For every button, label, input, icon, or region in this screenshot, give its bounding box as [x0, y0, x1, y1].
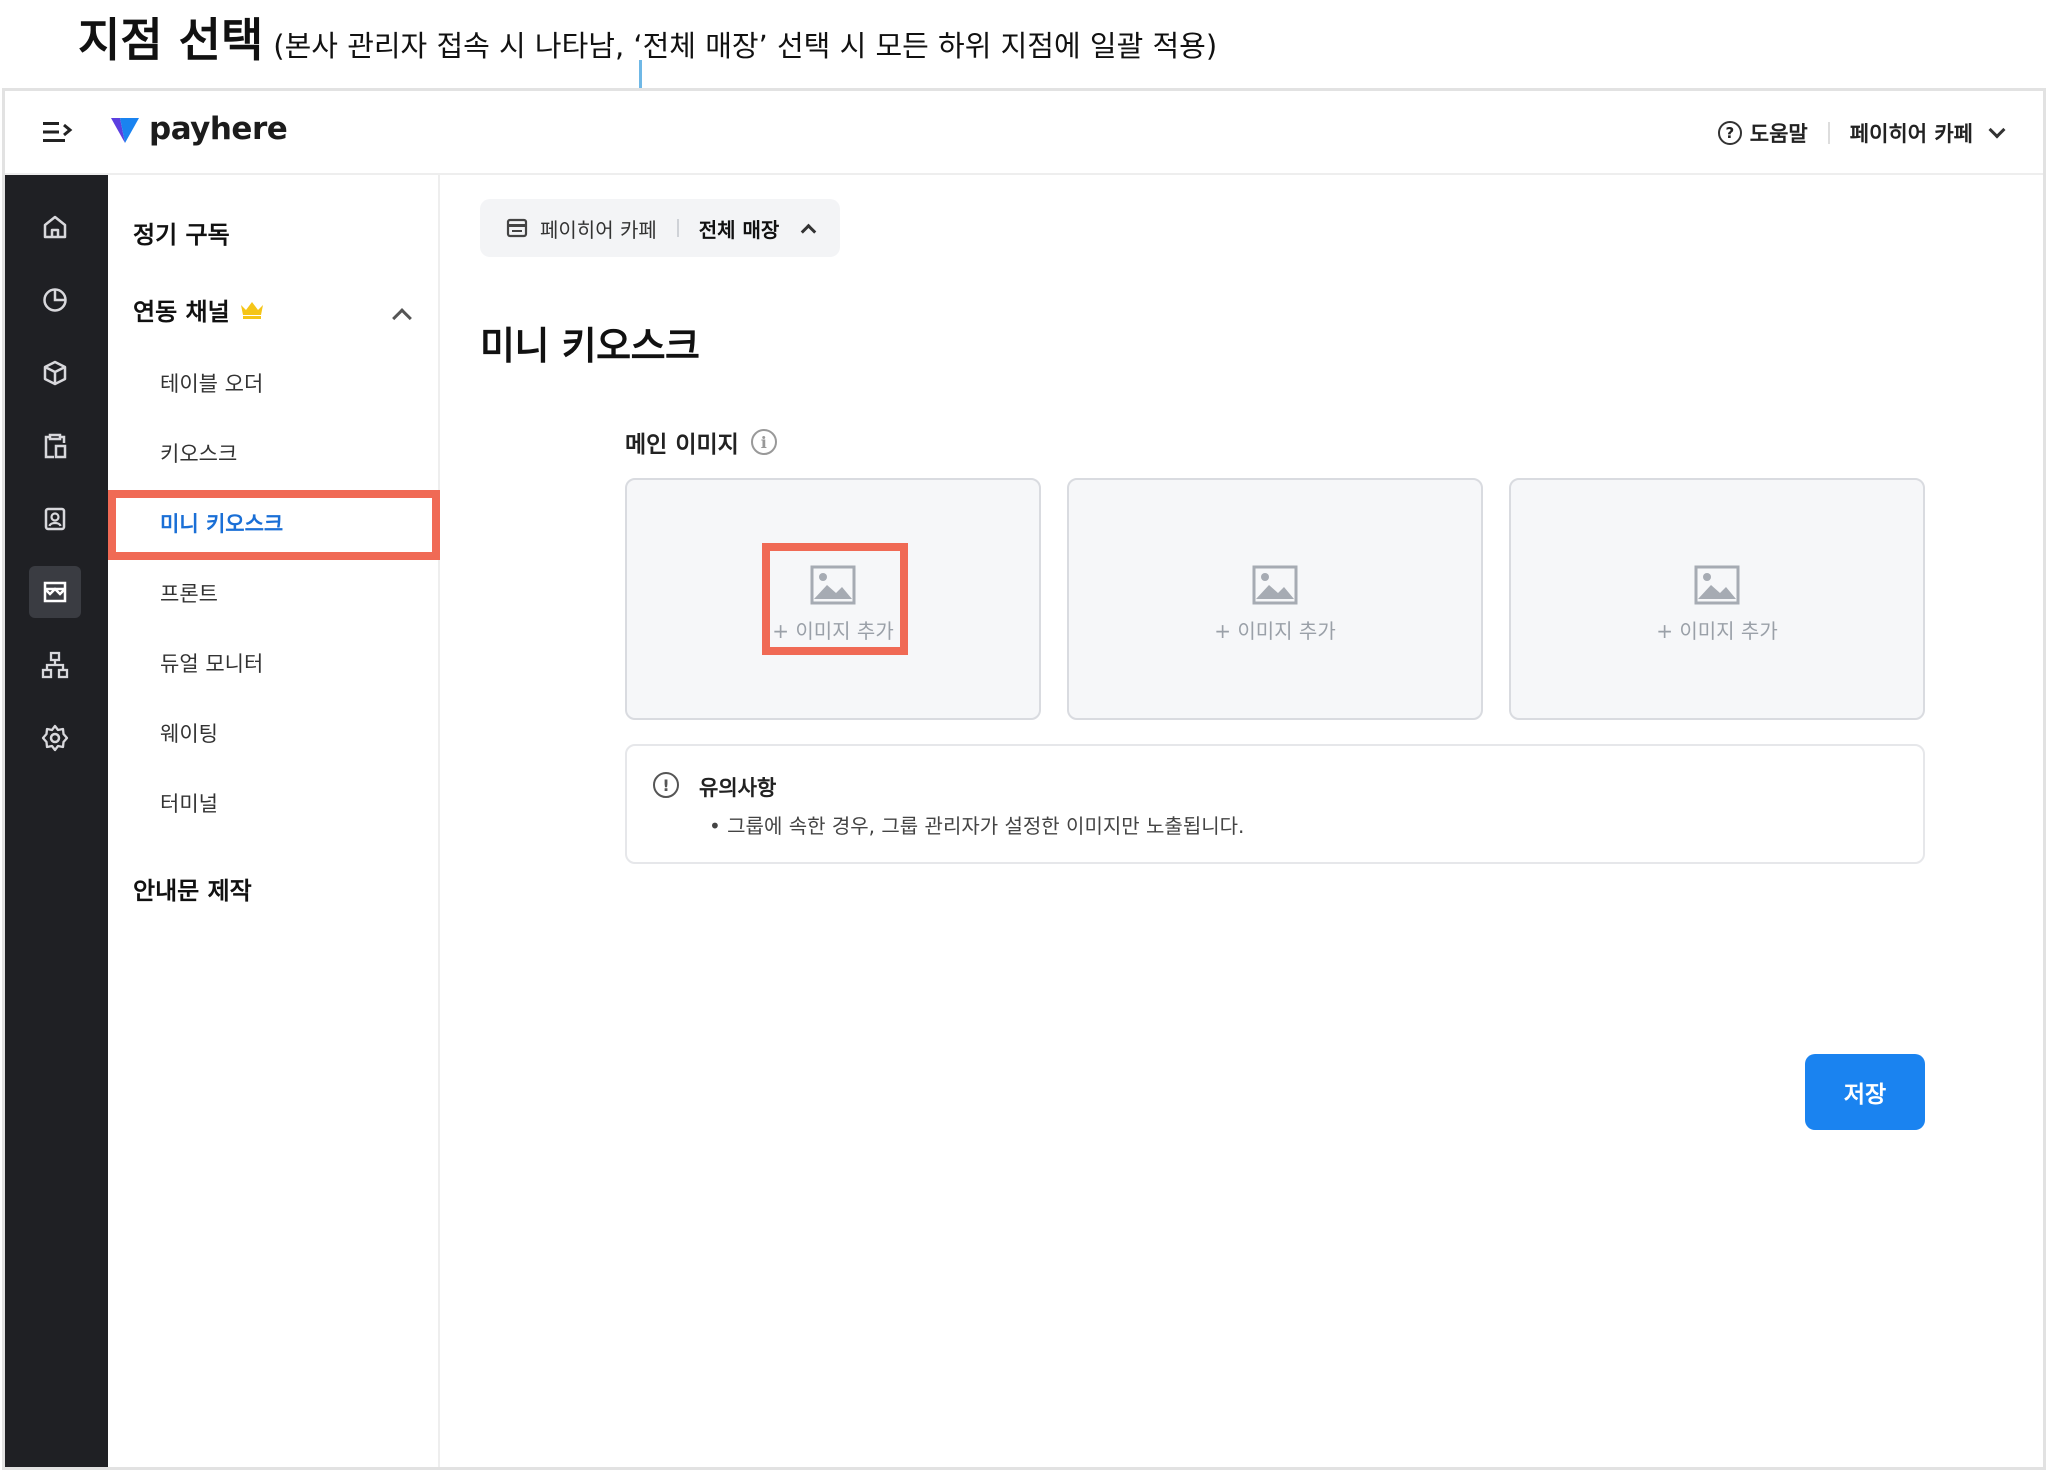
subnav-item-waiting[interactable]: 웨이팅 [160, 718, 218, 748]
contact-icon[interactable] [29, 493, 81, 545]
divider [1827, 122, 1830, 144]
branch-store-name: 페이히어 카페 [540, 217, 657, 242]
clipboard-icon[interactable] [29, 420, 81, 472]
logo-mark-icon [111, 118, 139, 143]
image-slot[interactable]: + 이미지 추가 [1067, 478, 1483, 720]
top-bar: payhere ? 도움말 페이히어 카페 [5, 91, 2043, 175]
help-circle-icon: ? [1717, 121, 1742, 145]
store-selector[interactable]: 페이히어 카페 [1849, 118, 2006, 148]
image-slots: + 이미지 추가 + 이미지 추가 + 이미지 추가 [625, 478, 1925, 720]
branch-scope: 전체 매장 [698, 217, 780, 242]
image-placeholder-icon [1252, 565, 1298, 604]
branch-selector[interactable]: 페이히어 카페 전체 매장 [480, 199, 840, 257]
store-icon [506, 218, 528, 238]
main-image-section-label: 메인 이미지 i [625, 425, 777, 459]
page-title: 미니 키오스크 [480, 324, 700, 368]
annotation-description: (본사 관리자 접속 시 나타남, ‘전체 매장’ 선택 시 모든 하위 지점에… [273, 29, 1218, 63]
menu-toggle-icon[interactable] [41, 117, 75, 147]
storefront-icon[interactable] [29, 566, 81, 618]
help-label: 도움말 [1749, 122, 1808, 146]
main-content: 페이히어 카페 전체 매장 미니 키오스크 메인 이미지 i + 이미지 추가 [440, 175, 2043, 1467]
logo-text: payhere [149, 111, 288, 147]
annotation-highlight-box [762, 543, 908, 655]
add-image-label: + 이미지 추가 [1214, 618, 1336, 643]
notice-box: ! 유의사항 • 그룹에 속한 경우, 그룹 관리자가 설정한 이미지만 노출됩… [625, 744, 1925, 864]
app-window: payhere ? 도움말 페이히어 카페 정기 구독 연동 채널 테이블 오더… [2, 88, 2046, 1470]
annotation-highlight-box [108, 490, 440, 560]
subnav-item-dual-monitor[interactable]: 듀얼 모니터 [160, 648, 263, 678]
subnav-notice-making[interactable]: 안내문 제작 [133, 871, 252, 906]
subnav-item-front[interactable]: 프론트 [160, 578, 218, 608]
subnav-item-terminal[interactable]: 터미널 [160, 788, 218, 818]
subnav-linked-channels-label: 연동 채널 [133, 298, 230, 326]
notice-text: • 그룹에 속한 경우, 그룹 관리자가 설정한 이미지만 노출됩니다. [709, 814, 1245, 838]
notice-title: 유의사항 [699, 776, 777, 800]
subnav-item-kiosk[interactable]: 키오스크 [160, 438, 237, 468]
add-image-label: + 이미지 추가 [1656, 618, 1778, 643]
org-chart-icon[interactable] [29, 639, 81, 691]
help-button[interactable]: ? 도움말 [1717, 118, 1808, 148]
annotation-title: 지점 선택 [78, 13, 264, 67]
divider [676, 219, 679, 237]
save-button[interactable]: 저장 [1805, 1054, 1925, 1130]
main-image-label: 메인 이미지 [625, 432, 739, 458]
logo[interactable]: payhere [109, 111, 288, 147]
store-selector-label: 페이히어 카페 [1849, 122, 1973, 146]
chevron-down-icon [1988, 121, 2006, 139]
chevron-up-icon[interactable] [392, 308, 412, 328]
info-icon[interactable]: i [750, 429, 777, 455]
image-slot[interactable]: + 이미지 추가 [1509, 478, 1925, 720]
chevron-up-icon [801, 223, 817, 239]
icon-rail [5, 175, 108, 1467]
image-placeholder-icon [1694, 565, 1740, 604]
image-slot[interactable]: + 이미지 추가 [625, 478, 1041, 720]
subnav-linked-channels[interactable]: 연동 채널 [133, 292, 264, 327]
subnav-subscription[interactable]: 정기 구독 [133, 215, 230, 250]
pie-chart-icon[interactable] [29, 274, 81, 326]
subnav-item-table-order[interactable]: 테이블 오더 [160, 368, 263, 398]
sub-navigation: 정기 구독 연동 채널 테이블 오더 키오스크 미니 키오스크 프론트 듀얼 모… [108, 175, 440, 1467]
top-right-controls: ? 도움말 페이히어 카페 [1717, 115, 2006, 151]
box-icon[interactable] [29, 347, 81, 399]
settings-icon[interactable] [29, 712, 81, 764]
crown-icon [240, 301, 263, 319]
alert-circle-icon: ! [653, 772, 679, 798]
home-icon[interactable] [29, 201, 81, 253]
annotation-caption: 지점 선택 (본사 관리자 접속 시 나타남, ‘전체 매장’ 선택 시 모든 하… [78, 4, 1217, 70]
